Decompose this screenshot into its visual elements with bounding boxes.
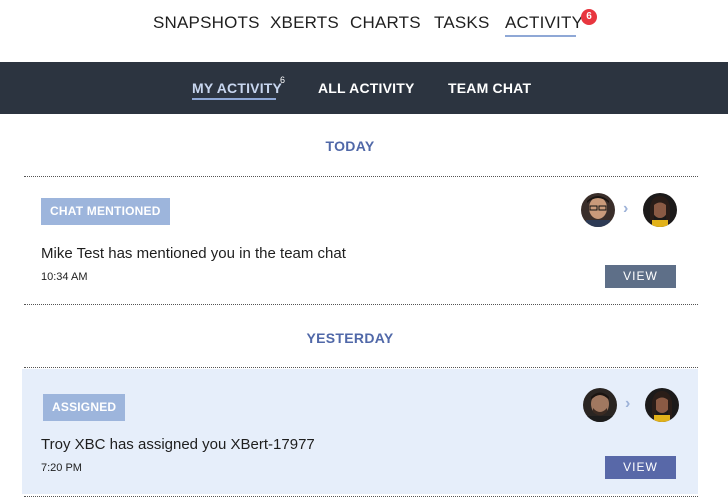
- activity-tag: ASSIGNED: [43, 394, 126, 421]
- activity-tag: CHAT MENTIONED: [41, 198, 170, 225]
- activity-message: Troy XBC has assigned you XBert-17977: [41, 436, 315, 453]
- recipient-avatar: [645, 388, 679, 422]
- view-button[interactable]: VIEW: [605, 265, 676, 288]
- activity-badge: 6: [581, 9, 597, 25]
- recipient-avatar: [643, 193, 677, 227]
- nav-charts[interactable]: CHARTS: [350, 13, 421, 33]
- nav-xberts[interactable]: XBERTS: [270, 13, 339, 33]
- day-header-today: TODAY: [325, 138, 375, 154]
- sender-avatar: [581, 193, 615, 227]
- my-activity-count: 6: [280, 75, 286, 85]
- sender-avatar: [583, 388, 617, 422]
- nav-snapshots[interactable]: SNAPSHOTS: [153, 13, 260, 33]
- tab-team-chat[interactable]: TEAM CHAT: [448, 80, 531, 96]
- tab-my-activity[interactable]: MY ACTIVITY: [192, 80, 282, 96]
- day-header-yesterday: YESTERDAY: [306, 330, 394, 346]
- nav-activity[interactable]: ACTIVITY: [505, 13, 583, 33]
- divider: [24, 367, 698, 368]
- view-button[interactable]: VIEW: [605, 456, 676, 479]
- nav-active-underline: [505, 35, 576, 37]
- nav-tasks[interactable]: TASKS: [434, 13, 489, 33]
- top-nav: SNAPSHOTS XBERTS CHARTS TASKS ACTIVITY 6: [0, 0, 728, 62]
- activity-time: 10:34 AM: [41, 271, 88, 283]
- activity-item: CHAT MENTIONED › Mike Test has mentioned…: [22, 178, 698, 302]
- activity-message: Mike Test has mentioned you in the team …: [41, 245, 346, 262]
- sub-nav: MY ACTIVITY 6 ALL ACTIVITY TEAM CHAT: [0, 62, 728, 114]
- divider: [24, 176, 698, 177]
- activity-item: ASSIGNED › Troy XBC has assigned you XBe…: [22, 369, 698, 494]
- tab-all-activity[interactable]: ALL ACTIVITY: [318, 80, 415, 96]
- tab-active-underline: [192, 98, 276, 100]
- divider: [24, 496, 698, 497]
- chevron-right-icon: ›: [625, 395, 631, 412]
- activity-time: 7:20 PM: [41, 462, 82, 474]
- chevron-right-icon: ›: [623, 200, 629, 217]
- divider: [24, 304, 698, 305]
